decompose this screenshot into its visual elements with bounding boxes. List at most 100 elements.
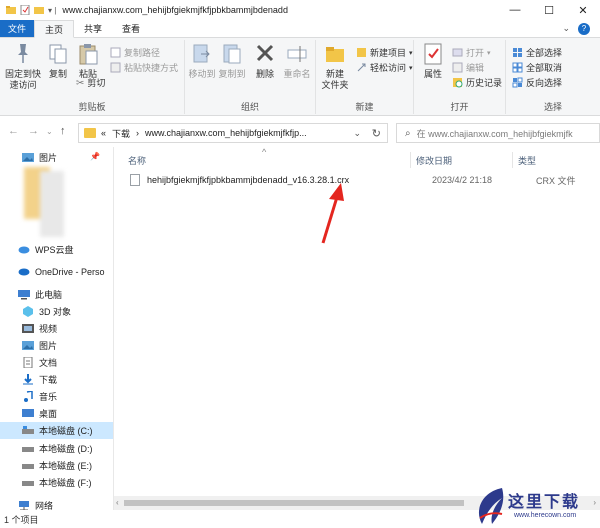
pin-quick-access-button[interactable]: 固定到快速访问 <box>4 42 42 91</box>
recent-locations-icon[interactable]: ⌄ <box>46 127 53 136</box>
drive-icon <box>22 447 34 452</box>
forward-arrow-icon[interactable]: → <box>28 125 39 137</box>
refresh-icon[interactable]: ↻ <box>372 127 381 140</box>
chevron-down-icon[interactable]: ⌄ <box>562 23 570 34</box>
nav-pictures[interactable]: 图片 <box>0 337 113 354</box>
pin-icon: 📌 <box>90 152 100 161</box>
history-button[interactable]: 历史记录 <box>452 76 502 89</box>
open-icon <box>452 48 463 57</box>
select-all-button[interactable]: 全部选择 <box>512 46 562 59</box>
copy-button[interactable]: 复制 <box>44 42 72 80</box>
new-group-label: 新建 <box>355 102 374 112</box>
copy-path-button[interactable]: 复制路径 <box>110 46 160 59</box>
scissors-icon: ✂ <box>76 78 85 89</box>
cut-button[interactable]: ✂ 剪切 <box>76 78 105 89</box>
breadcrumb-overflow[interactable]: « <box>101 128 106 138</box>
nav-downloads[interactable]: 下载 <box>0 371 113 388</box>
nav-desktop[interactable]: 桌面 <box>0 405 113 422</box>
properties-button[interactable]: 属性 <box>418 42 448 80</box>
minimize-button[interactable]: — <box>498 0 532 20</box>
file-date: 2023/4/2 21:18 <box>432 175 493 185</box>
paste-shortcut-button[interactable]: 粘贴快捷方式 <box>110 61 178 74</box>
pin-quick-access-label: 固定到快速访问 <box>5 69 42 90</box>
history-label: 历史记录 <box>466 78 503 88</box>
copy-to-button[interactable]: 复制到 <box>217 42 247 80</box>
properties-icon[interactable] <box>20 5 30 15</box>
back-arrow-icon[interactable]: ← <box>8 125 19 137</box>
new-folder-button[interactable]: 新建 文件夹 <box>318 42 352 91</box>
copy-icon <box>49 44 67 64</box>
column-divider[interactable] <box>410 152 411 168</box>
delete-button[interactable]: 删除 <box>253 42 277 80</box>
nav-drive-e[interactable]: 本地磁盘 (E:) <box>0 457 113 474</box>
tab-view[interactable]: 查看 <box>112 20 150 37</box>
column-header-date[interactable]: 修改日期 <box>416 153 452 167</box>
group-open: 属性 打开 ▾ 编辑 历史记录 打开 <box>414 40 506 114</box>
invert-selection-label: 反向选择 <box>526 78 563 88</box>
new-folder-label: 新建 文件夹 <box>321 69 349 90</box>
nav-3d-objects-label: 3D 对象 <box>39 307 72 317</box>
nav-videos[interactable]: 视频 <box>0 320 113 337</box>
paste-button[interactable]: 粘贴 <box>74 42 102 80</box>
column-divider[interactable] <box>512 152 513 168</box>
tab-file[interactable]: 文件 <box>0 20 34 37</box>
clipboard-group-label: 剪贴板 <box>78 102 106 112</box>
tab-share[interactable]: 共享 <box>74 20 112 37</box>
column-header-type[interactable]: 类型 <box>518 153 536 167</box>
rename-button[interactable]: 重命名 <box>281 42 313 80</box>
copy-to-icon <box>223 44 241 64</box>
nav-drive-f-label: 本地磁盘 (F:) <box>39 478 92 488</box>
nav-quick-pictures-label: 图片 <box>39 153 58 163</box>
customize-qat-icon[interactable]: ▾ | <box>48 6 56 15</box>
nav-3d-objects[interactable]: 3D 对象 <box>0 303 113 320</box>
new-item-label: 新建项目 <box>370 48 407 58</box>
nav-drive-d[interactable]: 本地磁盘 (D:) <box>0 440 113 457</box>
download-icon <box>23 374 33 385</box>
search-input[interactable]: ⌕ 在 www.chajianxw.com_hehijbfgiekmjfk <box>396 123 600 143</box>
nav-downloads-label: 下载 <box>39 375 58 385</box>
invert-selection-button[interactable]: 反向选择 <box>512 76 562 89</box>
nav-pictures-label: 图片 <box>39 341 58 351</box>
scroll-left-icon[interactable]: ‹ <box>116 498 119 507</box>
annotation-arrow <box>321 183 344 244</box>
nav-drive-f[interactable]: 本地磁盘 (F:) <box>0 474 113 491</box>
nav-onedrive[interactable]: OneDrive - Perso <box>0 263 113 280</box>
new-item-button[interactable]: 新建项目 ▾ <box>356 46 413 59</box>
move-to-button[interactable]: 移动到 <box>187 42 217 80</box>
nav-music[interactable]: 音乐 <box>0 388 113 405</box>
nav-quick-pictures[interactable]: 图片 📌 <box>0 149 113 166</box>
chevron-down-icon: ▾ <box>409 49 413 57</box>
nav-drive-c[interactable]: 本地磁盘 (C:) <box>0 422 113 439</box>
nav-desktop-label: 桌面 <box>39 409 58 419</box>
group-organize: 移动到 复制到 删除 重命名 组织 <box>185 40 316 114</box>
help-icon[interactable]: ? <box>578 22 590 35</box>
column-header-name[interactable]: 名称 <box>128 153 146 167</box>
chevron-down-icon[interactable]: ⌄ <box>353 128 361 139</box>
easy-access-button[interactable]: 轻松访问 ▾ <box>356 61 413 74</box>
nav-this-pc[interactable]: 此电脑 <box>0 286 113 303</box>
ribbon-tabs: 文件 主页 共享 查看 ⌄ ? <box>0 20 600 38</box>
group-select: 全部选择 全部取消 反向选择 选择 <box>506 40 600 114</box>
edit-button[interactable]: 编辑 <box>452 61 484 74</box>
invert-selection-icon <box>512 77 523 88</box>
group-clipboard: 固定到快速访问 复制 粘贴 复制路径 粘贴快捷方式 ✂ 剪切 剪贴板 <box>0 40 185 114</box>
scrollbar-thumb[interactable] <box>124 500 464 506</box>
new-folder-icon[interactable] <box>34 5 44 15</box>
nav-documents[interactable]: 文档 <box>0 354 113 371</box>
nav-onedrive-label: OneDrive - Perso <box>35 266 105 277</box>
address-bar[interactable]: « 下载 › www.chajianxw.com_hehijbfgiekmjfk… <box>78 123 388 143</box>
table-row[interactable]: hehijbfgiekmjfkfjpbkbammjbdenadd_v16.3.2… <box>124 171 600 189</box>
tab-home[interactable]: 主页 <box>34 20 75 38</box>
address-row: ← → ⌄ ↑ « 下载 › www.chajianxw.com_hehijbf… <box>0 117 600 147</box>
open-button[interactable]: 打开 ▾ <box>452 46 491 59</box>
breadcrumb-downloads[interactable]: 下载 <box>112 127 130 140</box>
breadcrumb-current[interactable]: www.chajianxw.com_hehijbfgiekmjfkfjp... <box>145 128 307 138</box>
chevron-down-icon: ▾ <box>487 49 491 57</box>
select-none-button[interactable]: 全部取消 <box>512 61 562 74</box>
folder-icon <box>84 128 96 138</box>
maximize-button[interactable]: ☐ <box>532 0 566 20</box>
nav-wps-cloud[interactable]: WPS云盘 <box>0 241 113 258</box>
close-button[interactable]: ✕ <box>566 0 600 20</box>
up-arrow-icon[interactable]: ↑ <box>60 125 66 137</box>
select-all-label: 全部选择 <box>526 48 563 58</box>
